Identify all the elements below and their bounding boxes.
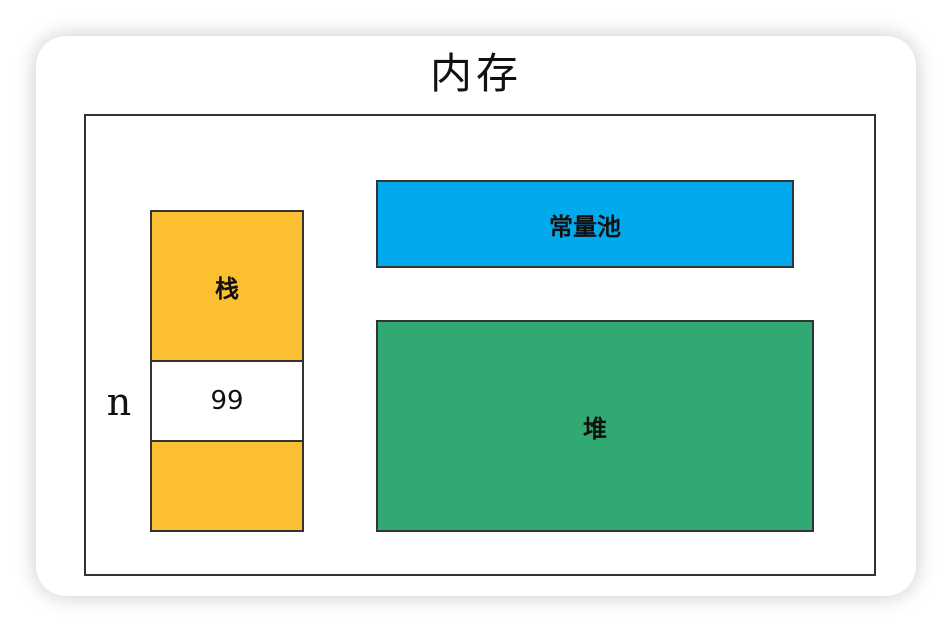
memory-title: 内存 <box>429 49 522 98</box>
stack-lower-block <box>150 440 304 532</box>
constant-pool-label: 常量池 <box>549 212 621 241</box>
variable-name: n <box>106 380 132 424</box>
heap-label: 堆 <box>583 414 607 443</box>
stack-variable-slot: 99 <box>150 360 304 442</box>
stack-label: 栈 <box>215 274 239 303</box>
stack-block: 栈 <box>150 210 304 362</box>
heap-block: 堆 <box>376 320 814 532</box>
variable-value: 99 <box>210 386 244 416</box>
constant-pool-block: 常量池 <box>376 180 794 268</box>
